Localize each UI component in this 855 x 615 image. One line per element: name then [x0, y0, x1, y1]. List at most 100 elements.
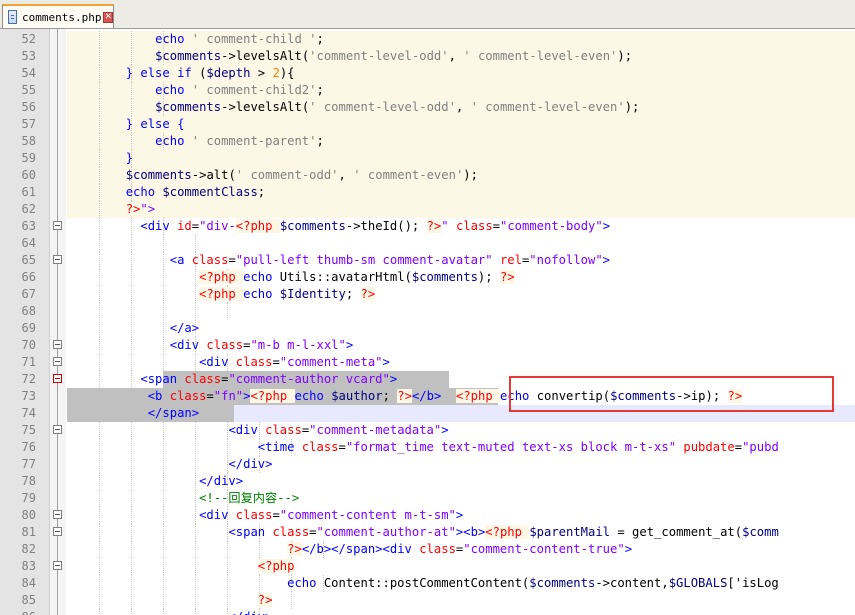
- token-fn: levelsAlt(: [235, 49, 310, 63]
- token-pad: [67, 355, 199, 369]
- token-var: $author: [331, 389, 383, 403]
- token-pad: [67, 117, 126, 131]
- token-attr: class: [301, 440, 339, 454]
- fold-toggle-icon[interactable]: [53, 374, 62, 383]
- token-php: ?>: [125, 202, 141, 216]
- token-fn: ->: [595, 576, 610, 590]
- code-line[interactable]: 57 } else {: [0, 116, 855, 133]
- token-fn: =: [191, 219, 200, 233]
- code-line[interactable]: 79 <!--回复内容-->: [0, 490, 855, 507]
- code-line[interactable]: 69 </a>: [0, 320, 855, 337]
- code-text: <a class="pull-left thumb-sm comment-ava…: [67, 252, 855, 269]
- token-pad: [67, 134, 155, 148]
- fold-toggle-icon[interactable]: [53, 255, 62, 264]
- token-tag: <div: [169, 338, 207, 352]
- token-php: ?>: [727, 389, 743, 403]
- code-line[interactable]: 64: [0, 235, 855, 252]
- code-line[interactable]: 73 <b class="fn"><?php echo $author; ?><…: [0, 388, 855, 405]
- code-line[interactable]: 85 ?>: [0, 592, 855, 609]
- token-kw: } else if: [125, 66, 200, 80]
- code-line[interactable]: 59 }: [0, 150, 855, 167]
- token-fn: content,: [610, 576, 669, 590]
- code-line[interactable]: 68: [0, 303, 855, 320]
- line-number: 59: [21, 151, 36, 165]
- token-pad: [67, 542, 287, 556]
- token-var: $comments: [610, 389, 677, 403]
- token-pad: [67, 287, 199, 301]
- token-tag: <span: [140, 372, 185, 386]
- line-number: 65: [21, 253, 36, 267]
- token-php: <?php: [250, 389, 295, 403]
- code-line[interactable]: 66 <?php echo Utils::avatarHtml($comment…: [0, 269, 855, 286]
- code-line[interactable]: 58 echo ' comment-parent';: [0, 133, 855, 150]
- line-number: 54: [21, 66, 36, 80]
- token-kw: echo: [500, 389, 537, 403]
- fold-toggle-icon[interactable]: [53, 221, 62, 230]
- token-pad: [67, 338, 170, 352]
- code-line[interactable]: 60 $comments->alt(' comment-odd', ' comm…: [0, 167, 855, 184]
- code-line[interactable]: 82 ?></b></span><div class="comment-cont…: [0, 541, 855, 558]
- token-pad: [67, 525, 228, 539]
- code-line[interactable]: 78 </div>: [0, 473, 855, 490]
- token-tag: </a>: [169, 321, 200, 335]
- code-line[interactable]: 74 </span>: [0, 405, 855, 422]
- token-fn: Utils::avatarHtml(: [279, 270, 412, 284]
- code-line[interactable]: 55 echo ' comment-child2';: [0, 82, 855, 99]
- close-icon[interactable]: ✕: [103, 11, 113, 23]
- token-fn: );: [617, 49, 633, 63]
- code-line[interactable]: 72 <span class="comment-author vcard">: [0, 371, 855, 388]
- token-pad: [67, 423, 228, 437]
- token-tag: >: [602, 253, 611, 267]
- fold-toggle-icon[interactable]: [53, 357, 62, 366]
- code-line[interactable]: 70 <div class="m-b m-l-xxl">: [0, 337, 855, 354]
- fold-toggle-icon[interactable]: [53, 561, 62, 570]
- token-var: $comm: [742, 525, 779, 539]
- code-line[interactable]: 81 <span class="comment-author-at"><b><?…: [0, 524, 855, 541]
- code-line[interactable]: 54 } else if ($depth > 2){: [0, 65, 855, 82]
- tab-comments-php[interactable]: comments.php ✕: [2, 4, 114, 28]
- code-text: echo Content::postCommentContent($commen…: [67, 575, 855, 592]
- token-var: $comments: [411, 270, 478, 284]
- token-attr: class: [184, 372, 222, 386]
- token-fn: levelsAlt(: [235, 100, 310, 114]
- code-text: <time class="format_time text-muted text…: [67, 439, 855, 456]
- code-editor[interactable]: 52 echo ' comment-child '; 53 $comments->…: [0, 29, 855, 615]
- code-line[interactable]: 63 <div id="div-<?php $comments->theId()…: [0, 218, 855, 235]
- fold-toggle-icon[interactable]: [53, 425, 62, 434]
- token-pad: [67, 32, 155, 46]
- token-tag: >: [624, 542, 633, 556]
- token-str: ' comment-level-even': [463, 49, 618, 63]
- code-text: echo $commentClass;: [67, 184, 855, 201]
- fold-toggle-icon[interactable]: [53, 527, 62, 536]
- code-line[interactable]: 80 <div class="comment-content m-t-sm">: [0, 507, 855, 524]
- token-attr: rel: [499, 253, 522, 267]
- code-line[interactable]: 65 <a class="pull-left thumb-sm comment-…: [0, 252, 855, 269]
- fold-toggle-icon[interactable]: [53, 340, 62, 349]
- code-line[interactable]: 67 <?php echo $Identity; ?>: [0, 286, 855, 303]
- token-fn: =: [309, 525, 317, 539]
- token-pad: [67, 202, 126, 216]
- token-tag: >: [389, 372, 398, 386]
- code-line[interactable]: 83 <?php: [0, 558, 855, 575]
- line-number: 84: [21, 576, 36, 590]
- code-line[interactable]: 62 ?>">: [0, 201, 855, 218]
- fold-toggle-icon[interactable]: [53, 510, 62, 519]
- code-line[interactable]: 86 </div>: [0, 609, 855, 615]
- token-val: "fn": [213, 389, 244, 403]
- token-var: $comments: [279, 219, 346, 233]
- code-line[interactable]: 56 $comments->levelsAlt(' comment-level-…: [0, 99, 855, 116]
- code-line[interactable]: 84 echo Content::postCommentContent($com…: [0, 575, 855, 592]
- code-line[interactable]: 61 echo $commentClass;: [0, 184, 855, 201]
- code-line[interactable]: 77 </div>: [0, 456, 855, 473]
- code-line[interactable]: 75 <div class="comment-metadata">: [0, 422, 855, 439]
- code-line[interactable]: 53 $comments->levelsAlt('comment-level-o…: [0, 48, 855, 65]
- code-text: } else {: [67, 116, 855, 133]
- token-tag: <time: [257, 440, 302, 454]
- token-val: "m-b m-l-xxl": [250, 338, 346, 352]
- token-attr: class: [419, 542, 456, 556]
- code-line[interactable]: 71 <div class="comment-meta">: [0, 354, 855, 371]
- code-line[interactable]: 76 <time class="format_time text-muted t…: [0, 439, 855, 456]
- code-line[interactable]: 52 echo ' comment-child ';: [0, 31, 855, 48]
- token-val: ">: [140, 202, 156, 216]
